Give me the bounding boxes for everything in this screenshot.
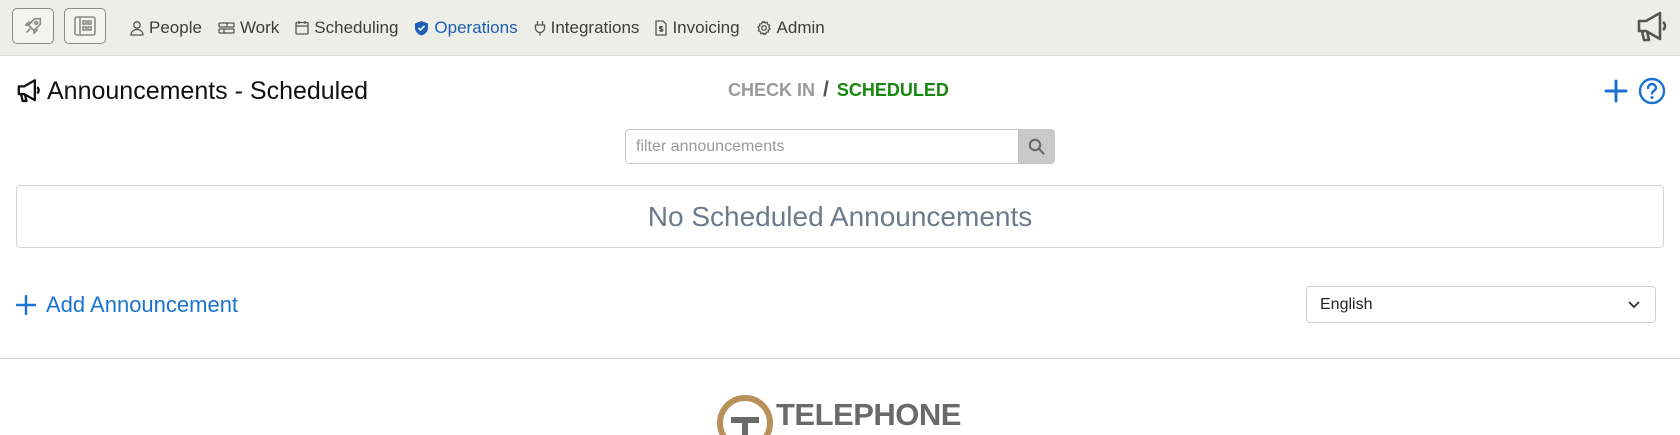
help-button[interactable] (1638, 77, 1666, 110)
search-button[interactable] (1018, 130, 1054, 163)
nav-item-work[interactable]: Work (218, 18, 279, 38)
plug-icon (534, 20, 545, 35)
nav-item-scheduling[interactable]: Scheduling (295, 18, 398, 38)
empty-state-message: No Scheduled Announcements (647, 200, 1033, 232)
view-check-in-link[interactable]: CHECK IN (728, 80, 815, 101)
view-scheduled-link[interactable]: SCHEDULED (837, 80, 949, 101)
help-circle-icon (1638, 77, 1666, 105)
language-selected-value: English (1320, 295, 1373, 313)
filter-announcements-input[interactable] (626, 130, 1018, 163)
language-select[interactable]: English (1306, 286, 1656, 323)
calendar-icon (295, 21, 309, 35)
empty-state-panel: No Scheduled Announcements (16, 185, 1664, 248)
work-icon (218, 21, 235, 34)
nav-item-people[interactable]: People (130, 18, 202, 38)
top-navbar: People Work Scheduling Operations Integr… (0, 0, 1680, 56)
nav-item-label: Invoicing (672, 17, 740, 37)
nav-item-label: People (149, 17, 202, 37)
page-title-text: Announcements - Scheduled (47, 76, 369, 105)
nav-item-label: Admin (776, 17, 825, 37)
gear-icon (756, 20, 771, 35)
megaphone-icon (1637, 11, 1667, 42)
announcements-button[interactable] (1636, 10, 1670, 49)
add-button[interactable] (1604, 79, 1628, 108)
view-switcher: CHECK IN / SCHEDULED (728, 78, 949, 102)
nav-item-label: Operations (434, 17, 518, 37)
company-logo: TELEPHONE (716, 395, 961, 435)
nav-item-operations[interactable]: Operations (414, 17, 518, 38)
dashboard-icon (74, 16, 96, 36)
page-title: Announcements - Scheduled (16, 75, 368, 107)
rocket-button[interactable] (12, 8, 54, 44)
logo-text: TELEPHONE (776, 397, 961, 432)
plus-icon (1604, 79, 1628, 103)
person-icon (130, 20, 144, 36)
main-nav: People Work Scheduling Operations Integr… (130, 0, 841, 55)
chevron-down-icon (1628, 301, 1640, 309)
invoice-icon (655, 19, 668, 36)
nav-item-label: Work (239, 17, 280, 37)
add-announcement-label: Add Announcement (46, 292, 239, 317)
nav-item-invoicing[interactable]: Invoicing (655, 17, 740, 38)
megaphone-icon (17, 79, 40, 103)
nav-item-integrations[interactable]: Integrations (534, 17, 640, 38)
nav-item-label: Integrations (550, 17, 640, 37)
plus-icon (16, 295, 36, 315)
footer-divider (0, 358, 1680, 359)
nav-item-admin[interactable]: Admin (756, 18, 825, 38)
rocket-icon (24, 17, 42, 35)
search-icon (1028, 138, 1045, 155)
shield-check-icon (415, 20, 429, 35)
view-separator: / (823, 78, 829, 101)
logo-mark-icon (717, 395, 773, 435)
add-announcement-link[interactable]: Add Announcement (16, 292, 238, 318)
nav-item-label: Scheduling (314, 17, 399, 37)
filter-search-group (625, 129, 1055, 164)
dashboard-button[interactable] (64, 8, 106, 44)
